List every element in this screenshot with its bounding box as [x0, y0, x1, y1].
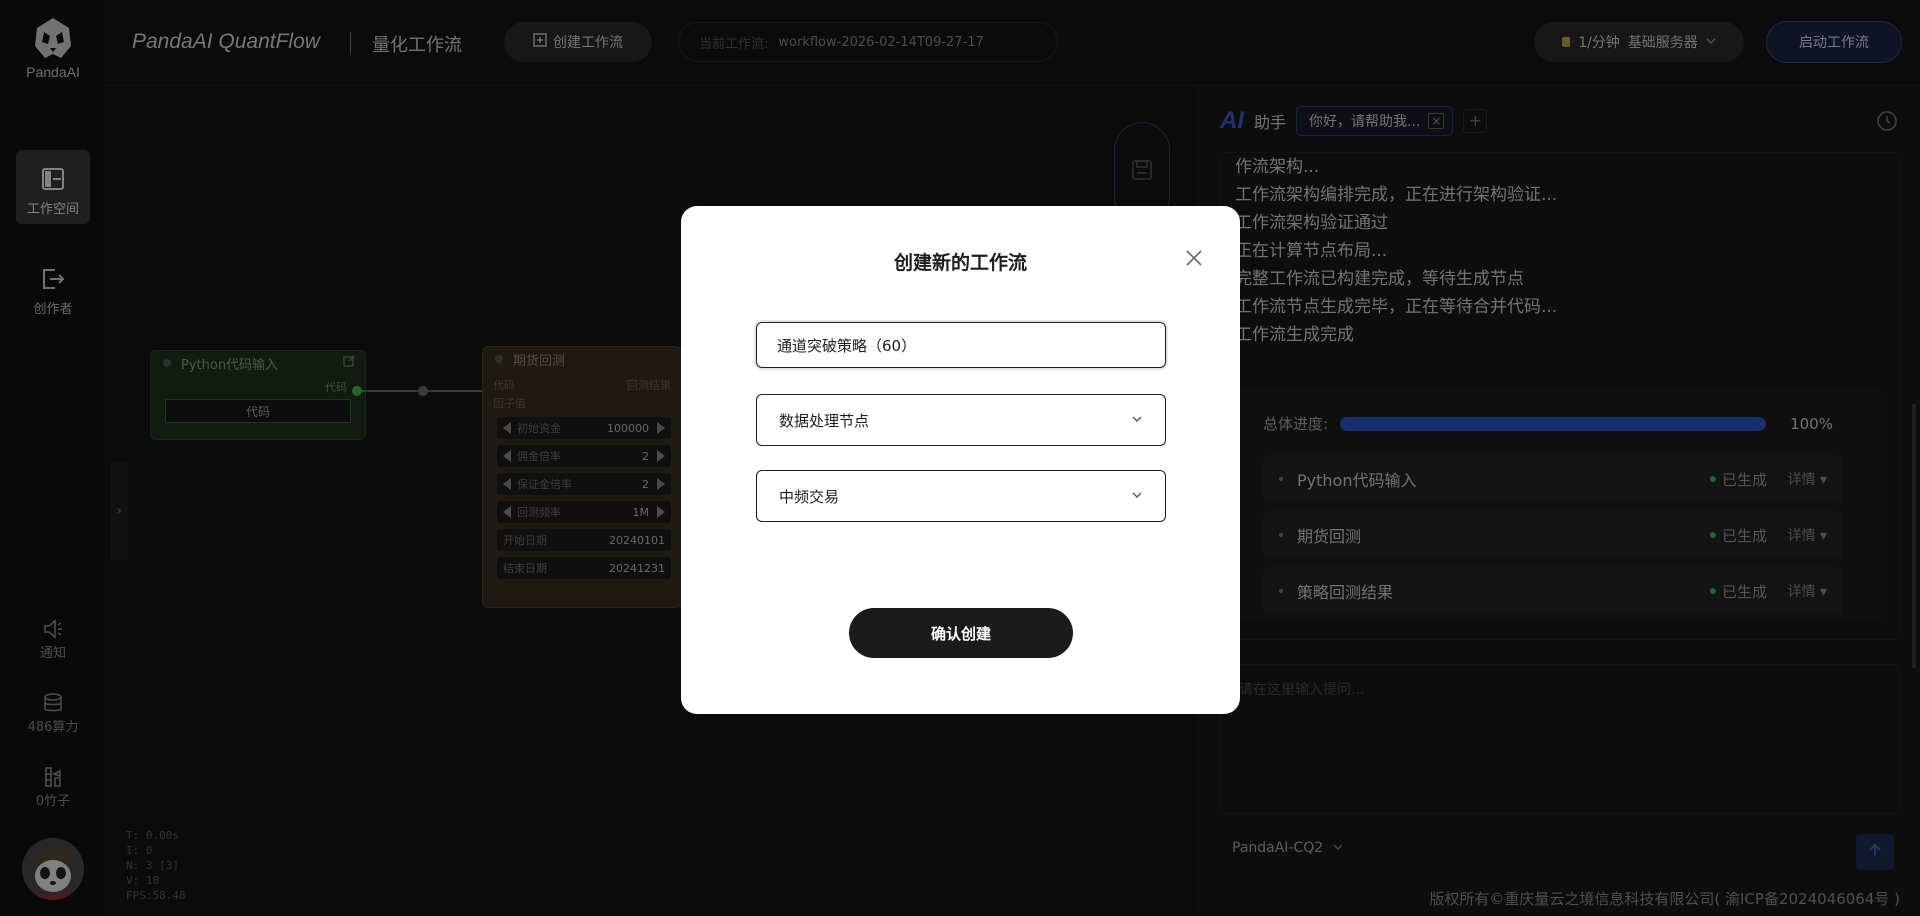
chevron-down-icon — [1131, 411, 1143, 429]
trading-frequency-select[interactable]: 中频交易 — [756, 470, 1166, 522]
create-workflow-dialog: 创建新的工作流 通道突破策略（60） 数据处理节点 中频交易 确认创建 — [681, 206, 1240, 714]
workflow-name-input[interactable]: 通道突破策略（60） — [756, 322, 1166, 368]
node-type-value: 数据处理节点 — [779, 411, 870, 430]
confirm-create-button[interactable]: 确认创建 — [849, 608, 1073, 658]
close-icon[interactable] — [1182, 246, 1206, 270]
dialog-title: 创建新的工作流 — [893, 252, 1027, 274]
chevron-down-icon — [1131, 487, 1143, 505]
node-type-select[interactable]: 数据处理节点 — [756, 394, 1166, 446]
trading-frequency-value: 中频交易 — [779, 487, 840, 506]
